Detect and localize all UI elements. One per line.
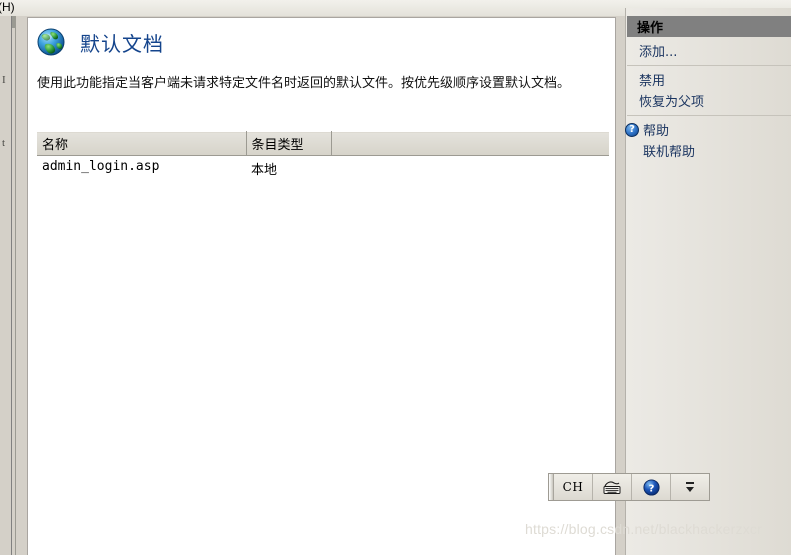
action-group-state: 禁用 恢复为父项 [627,66,791,116]
action-label-online-help: 联机帮助 [643,145,696,160]
action-item-add[interactable]: 添加... [627,40,791,61]
page-description: 使用此功能指定当客户端未请求特定文件名时返回的默认文件。按优先级顺序设置默认文档… [37,76,571,91]
table-header-row: 名称 条目类型 [37,131,609,156]
left-clipped-text-2: t [2,137,6,149]
globe-icon [36,26,68,58]
cell-filler [331,156,609,182]
default-documents-table: 名称 条目类型 admin_login.asp 本地 [37,131,609,181]
left-frame-divider-outer [11,16,12,555]
column-header-name[interactable]: 名称 [37,131,247,156]
actions-list: 添加... 禁用 恢复为父项 ? 帮助 联机帮助 [625,37,791,165]
ime-options-button[interactable] [671,474,709,500]
menu-item-help-truncated[interactable]: (H) [0,0,15,15]
left-frame-column [0,16,27,555]
keyboard-icon[interactable] [593,474,632,500]
action-item-revert-to-parent[interactable]: 恢复为父项 [627,90,791,111]
action-label-help: 帮助 [643,124,670,139]
left-clipped-text-1: I [2,74,6,86]
ime-language-label: CH [562,480,584,494]
ime-language-button[interactable]: CH [554,474,593,500]
action-item-help[interactable]: ? 帮助 [625,119,791,140]
page-header: 默认文档 [36,26,164,58]
page-title: 默认文档 [80,31,164,56]
action-item-disable[interactable]: 禁用 [627,69,791,90]
left-frame-divider-inner [15,16,16,555]
help-icon: ? [623,122,641,137]
ime-arrow-stack [683,482,697,492]
help-icon[interactable]: ? [632,474,671,500]
ime-language-bar[interactable]: CH ? [548,473,710,501]
action-label-disable: 禁用 [639,74,666,89]
content-panel: 默认文档 使用此功能指定当客户端未请求特定文件名时返回的默认文件。按优先级顺序设… [27,17,616,555]
action-label-revert-to-parent: 恢复为父项 [639,95,705,110]
column-header-filler[interactable] [331,131,609,156]
svg-text:?: ? [648,483,654,494]
actions-title: 操作 [637,21,664,36]
actions-title-bar: 操作 [627,16,791,37]
action-label-add: 添加... [639,45,678,60]
action-item-online-help[interactable]: 联机帮助 [627,140,791,161]
action-group-add: 添加... [627,37,791,66]
cell-document-name: admin_login.asp [42,159,160,174]
chevron-down-icon[interactable] [686,487,694,492]
cell-entry-type: 本地 [251,163,278,178]
table-row[interactable]: admin_login.asp 本地 [37,156,609,182]
column-header-entry-type[interactable]: 条目类型 [246,131,332,156]
action-group-help: ? 帮助 联机帮助 [625,116,791,165]
minimize-icon[interactable] [686,482,694,484]
